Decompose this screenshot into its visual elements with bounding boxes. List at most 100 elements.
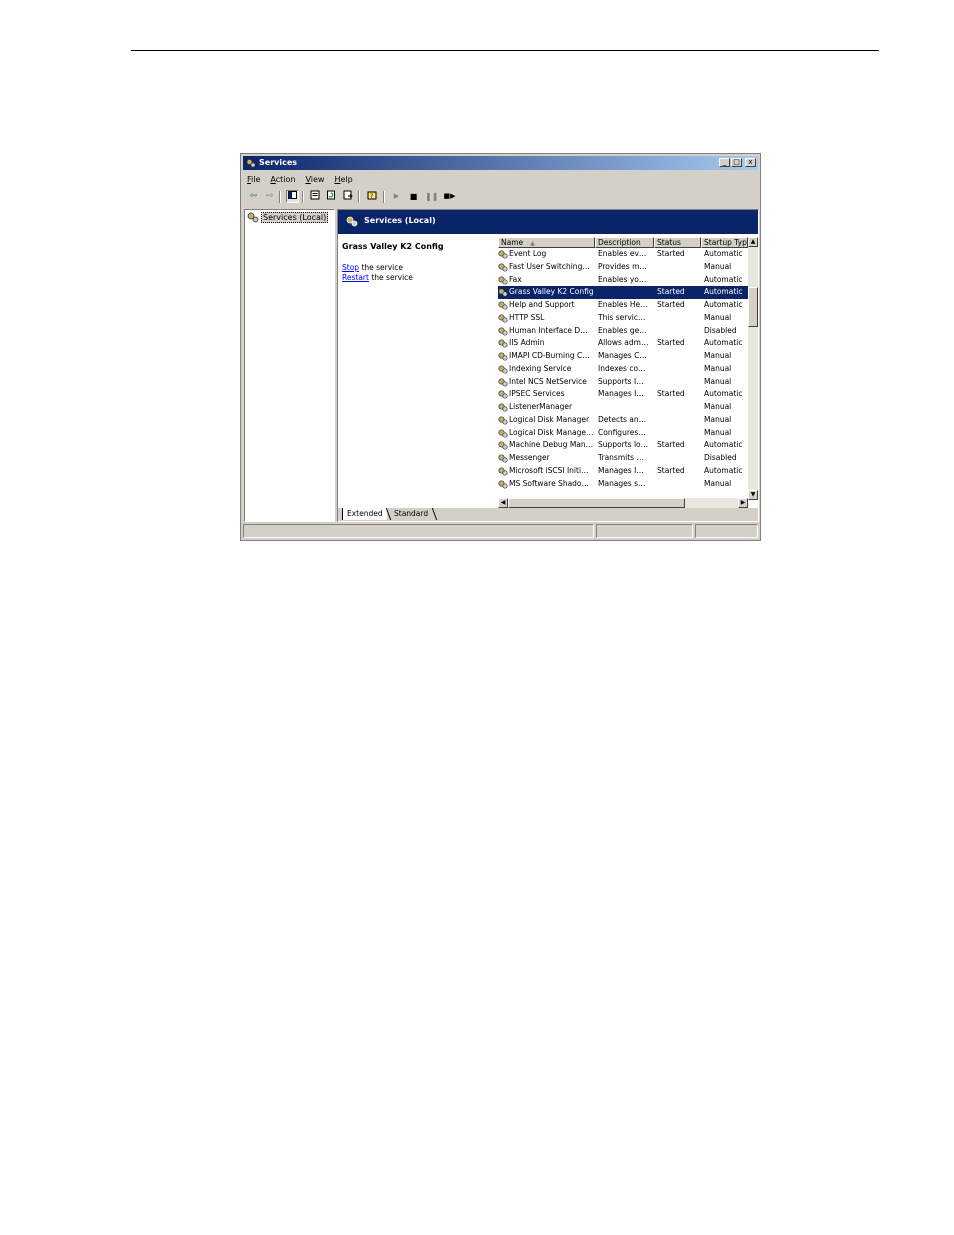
start-service-icon[interactable]: ▶ [390, 190, 403, 203]
status-panel-1 [243, 524, 594, 538]
table-row[interactable]: Logical Disk Manager Detects an… Manual [498, 414, 748, 427]
forward-icon[interactable]: ⇨ [263, 190, 276, 203]
export-list-icon[interactable] [341, 190, 354, 203]
window-title: Services [259, 158, 298, 167]
status-bar [243, 524, 758, 538]
service-description: Indexes co… [598, 363, 646, 373]
table-row[interactable]: Machine Debug Man… Supports lo… Started Aut… [498, 439, 748, 452]
menu-action[interactable]: Action [270, 173, 295, 186]
table-row[interactable]: Grass Valley K2 Config Started Automatic [498, 286, 748, 299]
service-name: Microsoft iSCSI Initi… [509, 465, 589, 475]
service-startup-type: Automatic [704, 287, 743, 297]
restart-service-icon[interactable]: ■▶ [443, 190, 456, 203]
table-row[interactable]: HTTP SSL This servic… Manual [498, 312, 748, 325]
column-header-name[interactable]: Name ▲ [498, 237, 595, 248]
service-gear-icon [498, 377, 508, 387]
table-row[interactable]: Fast User Switching… Provides m… Manual [498, 261, 748, 274]
toolbar: ⇦ ⇨ ? ▶ ■ ❚❚ ■▶ [245, 189, 756, 205]
show-hide-tree-icon[interactable] [286, 190, 299, 203]
scroll-up-button[interactable]: ▲ [748, 237, 758, 247]
properties-icon[interactable] [308, 190, 321, 203]
service-description: Configures… [598, 427, 646, 437]
table-row[interactable]: Human Interface D… Enables ge… Disabled [498, 325, 748, 338]
table-row[interactable]: ListenerManager Manual [498, 401, 748, 414]
service-name: HTTP SSL [509, 312, 545, 322]
scroll-right-button[interactable]: ▶ [738, 498, 748, 508]
column-header-description[interactable]: Description [595, 237, 654, 248]
close-button[interactable]: x [745, 158, 756, 167]
service-status: Started [657, 249, 685, 258]
table-row[interactable]: Messenger Transmits … Disabled [498, 452, 748, 465]
service-startup-type: Manual [704, 261, 732, 271]
table-row[interactable]: Indexing Service Indexes co… Manual [498, 363, 748, 376]
table-row[interactable]: Logical Disk Manage… Configures… Manual [498, 427, 748, 440]
service-startup-type: Automatic [704, 389, 743, 399]
service-description: Manages I… [598, 465, 644, 475]
minimize-button[interactable]: _ [719, 158, 730, 167]
table-row[interactable]: IIS Admin Allows adm… Started Automatic [498, 337, 748, 350]
service-gear-icon [498, 288, 508, 297]
tab-extended[interactable]: Extended [342, 508, 387, 520]
service-description: Enables He… [598, 300, 648, 309]
service-gear-icon [498, 352, 508, 361]
table-row[interactable]: Help and Support Enables He… Started Automa… [498, 299, 748, 312]
scroll-down-button[interactable]: ▼ [748, 490, 758, 500]
title-bar[interactable]: Services _ □ x [243, 156, 758, 170]
menu-view[interactable]: View [305, 173, 324, 186]
stop-link[interactable]: Stop [342, 263, 359, 272]
table-row[interactable]: Microsoft iSCSI Initi… Manages I… Started A… [498, 465, 748, 478]
tree-item-label: Services (Local) [261, 212, 329, 223]
service-gear-icon [498, 403, 508, 412]
service-name: Human Interface D… [509, 325, 588, 335]
table-row[interactable]: Intel NCS NetService Supports I… Manual [498, 376, 748, 389]
service-name: Intel NCS NetService [509, 376, 587, 386]
restart-action: Restart the service [342, 273, 413, 282]
service-description: Manages s… [598, 478, 646, 488]
vertical-scrollbar[interactable]: ▲ ▼ [748, 237, 758, 500]
table-row[interactable]: IPSEC Services Manages I… Started Automatic [498, 388, 748, 401]
menu-file[interactable]: File [247, 173, 260, 186]
service-name: Machine Debug Man… [509, 440, 594, 450]
service-gear-icon [498, 390, 508, 399]
tree-item-services-local[interactable]: Services (Local) [247, 212, 329, 223]
scroll-left-button[interactable]: ◀ [498, 498, 508, 508]
stop-service-icon[interactable]: ■ [407, 190, 420, 203]
service-name: MS Software Shado… [509, 478, 590, 488]
service-description: Enables yo… [598, 274, 647, 284]
menu-help[interactable]: Help [334, 173, 352, 186]
service-description: Enables ge… [598, 325, 647, 335]
service-gear-icon [498, 263, 508, 272]
tab-standard[interactable]: Standard [390, 508, 432, 520]
pane-header-title: Services (Local) [364, 216, 436, 225]
stop-action: Stop the service [342, 263, 404, 272]
pause-service-icon[interactable]: ❚❚ [425, 190, 438, 203]
table-row[interactable]: IMAPI CD-Burning C… Manages C… Manual [498, 350, 748, 363]
table-row[interactable]: Fax Enables yo… Automatic [498, 274, 748, 287]
maximize-button[interactable]: □ [731, 158, 742, 167]
refresh-icon[interactable] [324, 190, 337, 203]
table-row[interactable]: MS Software Shado… Manages s… Manual [498, 478, 748, 491]
service-startup-type: Automatic [704, 300, 743, 309]
service-name: IMAPI CD-Burning C… [509, 351, 590, 360]
column-header-status[interactable]: Status [654, 237, 701, 248]
horizontal-scrollbar[interactable]: ◀ ▶ [498, 498, 748, 508]
hscroll-thumb[interactable] [508, 498, 685, 508]
view-tabs: Extended Standard [338, 508, 758, 521]
restart-link[interactable]: Restart [342, 273, 369, 282]
service-name: IIS Admin [509, 338, 545, 348]
service-description: This servic… [598, 312, 646, 322]
service-name: Grass Valley K2 Config [509, 287, 594, 297]
service-startup-type: Disabled [704, 325, 737, 335]
back-icon[interactable]: ⇦ [247, 190, 260, 203]
scroll-thumb[interactable] [748, 287, 758, 327]
service-name: Fax [509, 274, 522, 284]
help-icon[interactable]: ? [365, 190, 378, 203]
service-gear-icon [498, 314, 508, 323]
service-description: Manages C… [598, 351, 647, 360]
svg-text:?: ? [370, 193, 373, 200]
service-startup-type: Automatic [704, 338, 743, 348]
service-startup-type: Manual [704, 402, 732, 411]
table-row[interactable]: Event Log Enables ev… Started Automatic [498, 248, 748, 261]
column-header-startup-type[interactable]: Startup Typ [701, 237, 748, 248]
service-name: Logical Disk Manager [509, 414, 590, 424]
